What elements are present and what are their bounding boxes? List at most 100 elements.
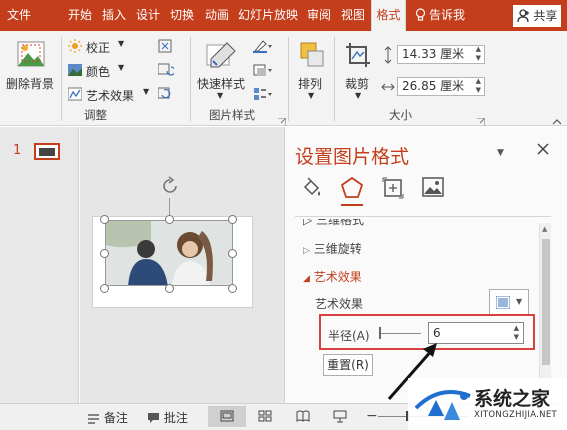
resize-handle[interactable] [165, 215, 174, 224]
remove-background-button[interactable]: 删除背景 [4, 35, 58, 97]
color-label: 颜色 [86, 65, 111, 79]
resize-handle[interactable] [228, 215, 237, 224]
tab-animations[interactable]: 动画 [205, 0, 229, 31]
three-d-format-label: 三维格式 [316, 219, 365, 227]
spinner-arrows-icon[interactable]: ▲ ▼ [476, 77, 481, 95]
dropdown-arrow-icon: ▼ [118, 39, 125, 48]
resize-handle[interactable] [100, 284, 109, 293]
watermark-name: 系统之家 [474, 388, 551, 410]
reading-view-icon[interactable] [296, 410, 310, 425]
comments-button[interactable]: 批注 [147, 409, 188, 427]
resize-handle[interactable] [100, 215, 109, 224]
person-icon [516, 8, 530, 30]
artistic-effects-button[interactable]: 艺术效果 ▼ [67, 86, 152, 104]
pane-title: 设置图片格式 [295, 146, 410, 168]
resize-handle[interactable] [228, 284, 237, 293]
picture-border-icon[interactable] [253, 39, 273, 56]
share-label: 共享 [533, 9, 558, 23]
dropdown-arrow-icon: ▼ [355, 91, 362, 100]
tab-slideshow[interactable]: 幻灯片放映 [238, 0, 298, 31]
scroll-up-icon[interactable]: ▲ [542, 225, 547, 233]
ribbon-separator [334, 37, 335, 121]
artistic-effects-label: 艺术效果 [86, 89, 135, 103]
width-input[interactable]: 26.85 厘米 ▲ ▼ [397, 77, 485, 96]
fill-line-icon[interactable] [301, 177, 323, 202]
slideshow-icon[interactable] [333, 410, 347, 426]
tab-file[interactable]: 文件 [7, 0, 31, 31]
group-label-size: 大小 [389, 108, 412, 122]
tab-review[interactable]: 审阅 [307, 0, 331, 31]
artistic-effects-section[interactable]: ◢ 艺术效果 [303, 268, 362, 285]
reset-button[interactable]: 重置(R) [323, 354, 373, 376]
color-button[interactable]: 颜色 ▼ [68, 62, 148, 80]
crop-label: 裁剪 [345, 77, 370, 91]
format-picture-pane: 设置图片格式 ▼ ▷ 三维格式 ▷ 三维旋转 ◢ 艺术效果 艺术效果 ▼ 半径(… [284, 127, 567, 403]
tab-view[interactable]: 视图 [341, 0, 365, 31]
pane-scrollbar[interactable]: ▲ [539, 223, 551, 403]
tab-design[interactable]: 设计 [136, 0, 160, 31]
spinner-arrows-icon[interactable]: ▲ ▼ [476, 45, 481, 63]
share-button[interactable]: 共享 [513, 5, 561, 27]
comment-icon [147, 412, 160, 427]
picture-icon[interactable] [422, 177, 444, 200]
slide-sorter-icon[interactable] [258, 410, 272, 425]
effects-tab-underline [341, 204, 363, 206]
tell-me-search[interactable]: 告诉我 [429, 0, 465, 31]
ribbon: 删除背景 校正 ▼ 颜色 ▼ 艺术效果 ▼ 调整 快速样式 ▼ 图片样式 排列 … [0, 31, 567, 126]
artistic-effects-icon [67, 87, 83, 104]
collapsed-triangle-icon: ▷ [303, 246, 310, 256]
correct-label: 校正 [86, 41, 111, 55]
tab-format[interactable]: 格式 [371, 0, 406, 31]
arrange-button[interactable]: 排列 ▼ [294, 35, 330, 100]
tab-home[interactable]: 开始 [68, 0, 92, 31]
arrange-label: 排列 [298, 77, 323, 91]
remove-background-icon [16, 39, 46, 72]
quick-styles-button[interactable]: 快速样式 ▼ [195, 35, 249, 100]
ribbon-separator [190, 37, 191, 121]
ribbon-separator [61, 37, 62, 121]
artistic-effect-picker[interactable]: ▼ [489, 289, 529, 315]
crop-icon [344, 41, 372, 72]
change-picture-icon[interactable] [157, 63, 176, 80]
resize-handle[interactable] [100, 249, 109, 258]
notes-button[interactable]: 备注 [87, 409, 128, 427]
scrollbar-thumb[interactable] [542, 239, 550, 365]
compress-pictures-icon[interactable] [158, 39, 172, 56]
pane-options-dropdown-icon[interactable]: ▼ [497, 148, 504, 158]
resize-handle[interactable] [165, 284, 174, 293]
site-logo-icon [414, 386, 472, 427]
notes-icon [87, 413, 100, 427]
dropdown-arrow-icon: ▼ [118, 63, 125, 72]
size-properties-icon[interactable] [382, 177, 404, 202]
tab-insert[interactable]: 插入 [102, 0, 126, 31]
resize-handle[interactable] [228, 249, 237, 258]
photo-people-image [106, 221, 232, 285]
selected-picture[interactable] [105, 220, 233, 286]
comments-label: 批注 [163, 411, 188, 425]
picture-effects-icon[interactable] [253, 63, 273, 80]
rotate-handle-icon[interactable] [160, 176, 180, 199]
height-input[interactable]: 14.33 厘米 ▲ ▼ [397, 45, 485, 64]
picture-layout-icon[interactable] [253, 87, 273, 104]
arrange-icon [299, 41, 325, 72]
slide-thumbnail[interactable] [34, 143, 60, 160]
three-d-rotation-item[interactable]: ▷ 三维旋转 [303, 240, 362, 257]
slide-number: 1 [13, 143, 22, 158]
reset-label: 重置(R) [327, 358, 369, 372]
quick-styles-icon [205, 41, 237, 74]
correct-button[interactable]: 校正 ▼ [68, 38, 148, 56]
effects-pentagon-icon[interactable] [340, 176, 364, 203]
watermark-url: XITONGZHIJIA.NET [474, 410, 557, 420]
zoom-out-icon[interactable]: − [366, 408, 378, 424]
normal-view-button[interactable] [208, 406, 246, 427]
pane-divider [295, 216, 551, 217]
group-label-picture-styles: 图片样式 [209, 108, 255, 122]
reset-picture-icon[interactable] [157, 87, 174, 104]
close-icon[interactable] [537, 143, 549, 158]
crop-button[interactable]: 裁剪 ▼ [339, 35, 377, 100]
expanded-triangle-icon: ◢ [303, 274, 310, 284]
three-d-format-item[interactable]: ▷ 三维格式 [303, 219, 364, 227]
tab-transitions[interactable]: 切换 [170, 0, 194, 31]
artistic-effects-section-label: 艺术效果 [313, 270, 362, 284]
ribbon-tab-bar: 文件 开始 插入 设计 切换 动画 幻灯片放映 审阅 视图 格式 告诉我 共享 [0, 0, 567, 31]
